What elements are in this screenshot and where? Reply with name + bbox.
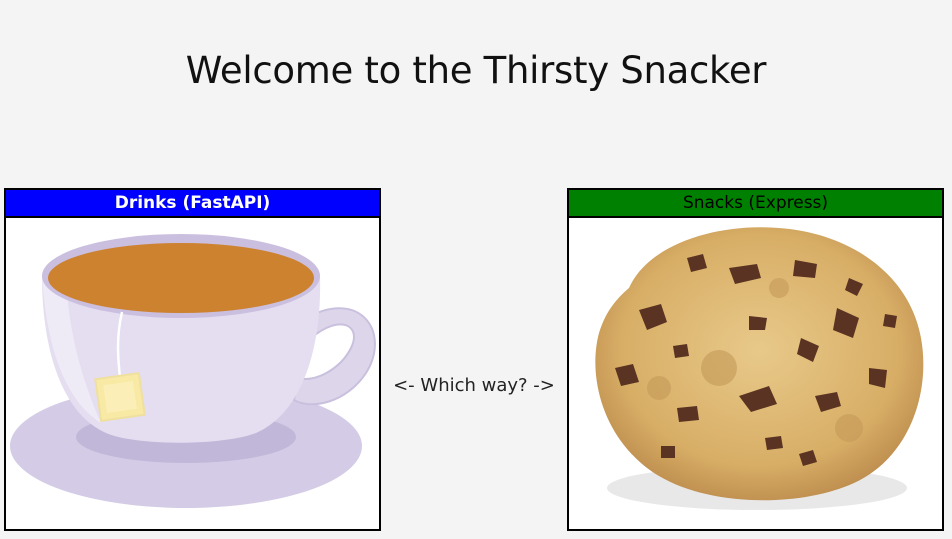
chocolate-chip-cookie-icon — [569, 218, 942, 529]
tea-cup-icon — [6, 218, 379, 529]
snacks-header: Snacks (Express) — [569, 190, 942, 218]
snacks-panel-link[interactable]: Snacks (Express) — [567, 188, 944, 531]
page-title: Welcome to the Thirsty Snacker — [185, 48, 767, 92]
drinks-panel-link[interactable]: Drinks (FastAPI) — [4, 188, 381, 531]
drinks-header: Drinks (FastAPI) — [6, 190, 379, 218]
which-way-prompt: <- Which way? -> — [393, 375, 555, 396]
